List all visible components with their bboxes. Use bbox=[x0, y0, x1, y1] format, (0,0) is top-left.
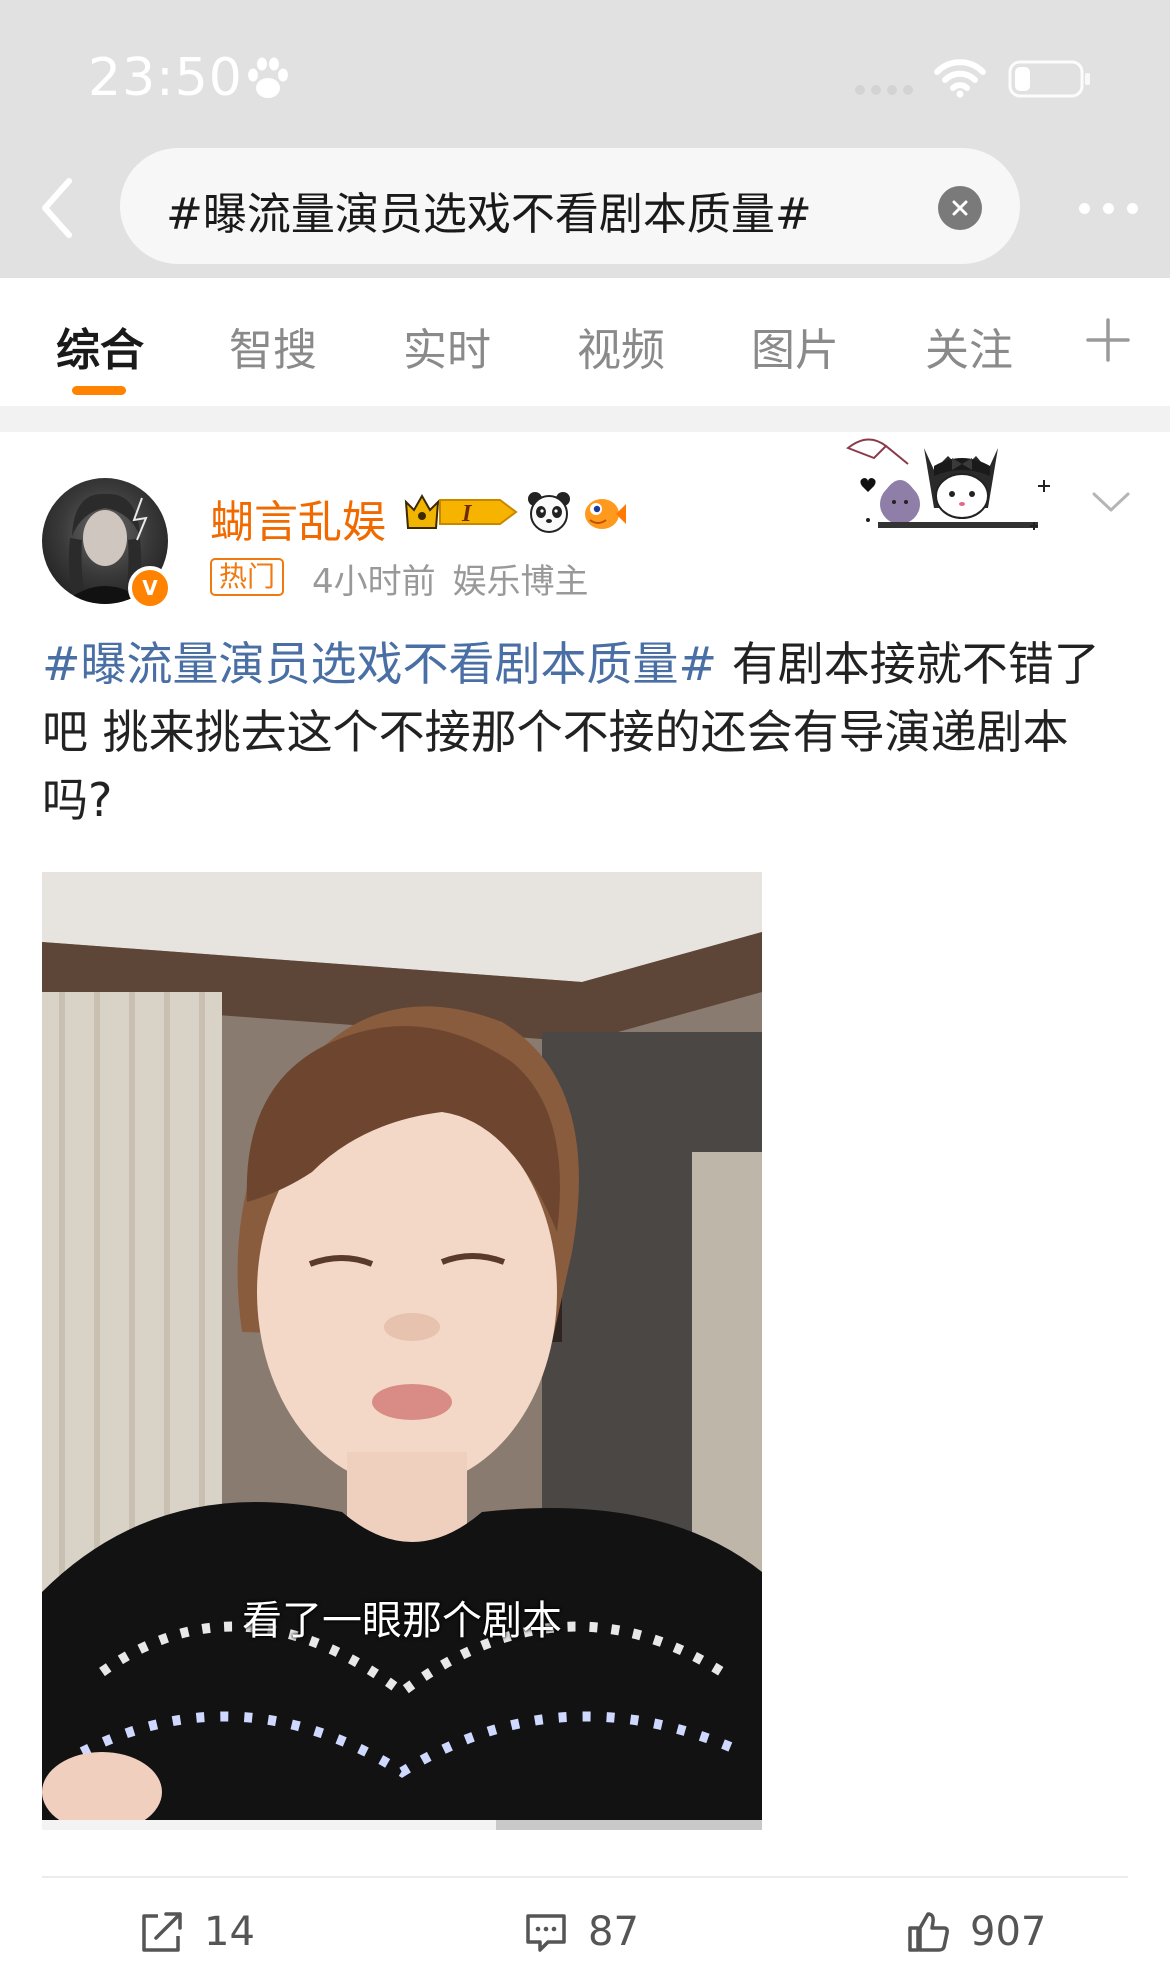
post-time: 4小时前 bbox=[312, 562, 436, 602]
search-tabs: 综合 智搜 实时 视频 图片 关注 bbox=[0, 278, 1170, 406]
clear-icon bbox=[952, 200, 968, 216]
hot-tag: 热门 bbox=[210, 558, 285, 596]
wifi-icon bbox=[934, 59, 986, 98]
like-count: 907 bbox=[970, 1909, 1047, 1955]
search-bar[interactable]: #曝流量演员选戏不看剧本质量# bbox=[120, 148, 1020, 264]
tab-realtime[interactable]: 实时 bbox=[403, 314, 491, 378]
kuromi-sticker-icon bbox=[846, 438, 1050, 530]
comment-button[interactable]: 87 bbox=[524, 1904, 639, 1960]
video-progress-fill bbox=[42, 1820, 496, 1830]
chevron-down-icon[interactable] bbox=[1086, 482, 1136, 522]
active-tab-indicator bbox=[72, 386, 126, 395]
top-header: 23:50 #曝流量演员选戏不看剧本质量# bbox=[0, 0, 1170, 278]
search-query[interactable]: #曝流量演员选戏不看剧本质量# bbox=[166, 178, 812, 242]
post-source: 娱乐博主 bbox=[452, 562, 589, 602]
section-divider bbox=[0, 406, 1170, 432]
video-progress-bar[interactable] bbox=[42, 1820, 762, 1830]
chevron-left-icon bbox=[42, 178, 72, 238]
repost-icon bbox=[142, 1912, 182, 1952]
comment-count: 87 bbox=[588, 1909, 639, 1955]
actions-divider bbox=[42, 1876, 1128, 1878]
battery-icon bbox=[1008, 60, 1090, 98]
repost-button[interactable]: 14 bbox=[140, 1904, 255, 1960]
comment-icon bbox=[526, 1914, 566, 1952]
plus-icon[interactable] bbox=[1084, 316, 1132, 364]
tab-general[interactable]: 综合 bbox=[56, 314, 144, 378]
signal-dots-icon bbox=[855, 85, 913, 95]
status-time: 23:50 bbox=[88, 48, 243, 108]
post-meta: 4小时前 娱乐博主 bbox=[312, 554, 588, 603]
back-button[interactable] bbox=[22, 168, 92, 248]
more-dots-icon[interactable] bbox=[1056, 188, 1160, 228]
panda-icon bbox=[528, 492, 570, 533]
like-icon bbox=[908, 1912, 949, 1952]
video-player[interactable]: 看了一眼那个剧本 bbox=[42, 872, 762, 1830]
member-level-text: I bbox=[461, 501, 473, 527]
v-icon: V bbox=[142, 576, 158, 600]
post-text: #曝流量演员选戏不看剧本质量# 有剧本接就不错了吧 挑来挑去这个不接那个不接的还… bbox=[42, 630, 1122, 834]
video-frame bbox=[42, 872, 762, 1830]
video-subtitle: 看了一眼那个剧本 bbox=[242, 1598, 562, 1644]
clear-search-button[interactable] bbox=[938, 186, 982, 230]
author-name[interactable]: 蝴言乱娱 bbox=[210, 486, 386, 550]
repost-count: 14 bbox=[204, 1909, 255, 1955]
crown-member-badge-icon[interactable]: I bbox=[404, 490, 522, 534]
tab-images[interactable]: 图片 bbox=[751, 314, 839, 378]
verified-badge: V bbox=[128, 566, 172, 610]
like-button[interactable]: 907 bbox=[906, 1904, 1046, 1960]
tab-smart-search[interactable]: 智搜 bbox=[229, 314, 317, 378]
fish-icon bbox=[585, 499, 626, 529]
tab-video[interactable]: 视频 bbox=[577, 314, 665, 378]
tab-following[interactable]: 关注 bbox=[925, 314, 1013, 378]
topic-link[interactable]: #曝流量演员选戏不看剧本质量# bbox=[42, 637, 717, 691]
paw-icon bbox=[248, 57, 288, 98]
